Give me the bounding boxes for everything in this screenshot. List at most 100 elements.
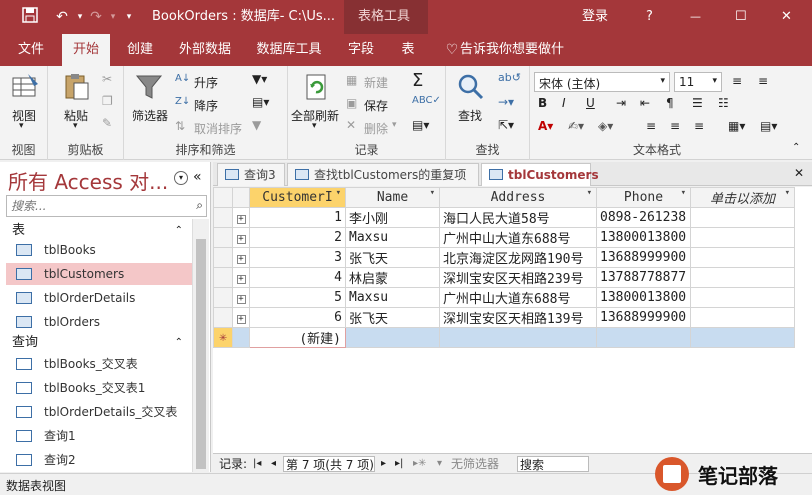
cell-address[interactable]: 深圳宝安区天相路239号 — [439, 267, 597, 288]
table-row[interactable]: +3 张飞天 北京海淀区龙网路190号 13688999900 — [213, 247, 795, 268]
column-header-phone[interactable]: Phone ▾ — [596, 187, 691, 208]
doc-tab-query3[interactable]: 查询3 — [217, 163, 285, 186]
column-header-add-field[interactable]: 单击以添加 ▾ — [690, 187, 795, 208]
view-dropdown-icon[interactable]: ▾ — [19, 121, 24, 131]
cell-add-field[interactable] — [690, 247, 795, 268]
italic-icon[interactable]: I — [562, 96, 566, 110]
font-size-select[interactable]: 11 ▾ — [674, 72, 722, 92]
subdatasheet-expand[interactable]: + — [232, 207, 250, 228]
expand-plus-icon[interactable]: + — [236, 235, 246, 244]
table-row[interactable]: +6 张飞天 深圳宝安区天相路139号 13688999900 — [213, 307, 795, 328]
row-selector[interactable] — [213, 307, 233, 328]
font-name-dropdown-icon[interactable]: ▾ — [660, 76, 665, 86]
cell-name[interactable]: 李小刚 — [345, 207, 440, 228]
new-record-nav-icon[interactable]: ▸✳ — [413, 456, 426, 472]
collapse-ribbon-icon[interactable]: ⌃ — [792, 142, 800, 153]
cell-address[interactable]: 广州中山大道东688号 — [439, 227, 597, 248]
align-left-text-icon[interactable]: ≡ — [646, 119, 656, 133]
cell-phone[interactable]: 13800013800 — [596, 227, 691, 248]
doc-tab-tblcustomers[interactable]: tblCustomers — [481, 163, 599, 186]
replace-icon[interactable]: ab↺ — [498, 71, 521, 84]
sort-ascending-button[interactable]: 升序 — [194, 74, 218, 91]
tab-fields[interactable]: 字段 — [341, 34, 381, 66]
nav-item-tblorderdetails[interactable]: tblOrderDetails — [6, 287, 192, 309]
align-center-text-icon[interactable]: ≡ — [670, 119, 680, 133]
cell-phone[interactable]: 13688999900 — [596, 247, 691, 268]
goto-icon[interactable]: →▾ — [498, 95, 514, 109]
filter-status[interactable]: 无筛选器 — [451, 456, 499, 472]
close-button[interactable]: ✕ — [781, 0, 792, 34]
font-name-select[interactable]: 宋体 (主体) ▾ — [534, 72, 670, 92]
expand-plus-icon[interactable]: + — [236, 215, 246, 224]
tab-database-tools[interactable]: 数据库工具 — [250, 34, 328, 66]
record-search-field[interactable]: 搜索 — [517, 456, 589, 472]
tab-create[interactable]: 创建 — [118, 34, 162, 66]
maximize-button[interactable]: ☐ — [735, 0, 747, 34]
table-row[interactable]: +4 林启蒙 深圳宝安区天相路239号 13788778877 — [213, 267, 795, 288]
column-dropdown-icon[interactable]: ▾ — [430, 189, 435, 199]
cell-name[interactable]: Maxsu — [345, 227, 440, 248]
sort-desc-icon[interactable]: Z↓ — [175, 96, 190, 107]
subdatasheet-expand[interactable]: + — [232, 267, 250, 288]
nav-item-tblcustomers[interactable]: tblCustomers — [6, 263, 192, 285]
cell-add-field[interactable] — [690, 267, 795, 288]
expand-plus-icon[interactable]: + — [236, 315, 246, 324]
tell-me-search[interactable]: 告诉我你想要做什么 — [460, 34, 572, 89]
minimize-button[interactable]: — — [690, 0, 701, 34]
cell-customerid[interactable]: 4 — [249, 267, 346, 288]
search-icon[interactable]: ⌕ — [196, 198, 203, 213]
doc-tab-find-duplicates[interactable]: 查找tblCustomers的重复项 — [287, 163, 479, 186]
subdatasheet-expand[interactable]: + — [232, 227, 250, 248]
find-icon[interactable] — [456, 72, 486, 102]
cell-add-field[interactable] — [690, 287, 795, 308]
close-document-icon[interactable]: ✕ — [794, 166, 804, 180]
cell-phone[interactable] — [596, 327, 691, 348]
cell-customerid[interactable]: 6 — [249, 307, 346, 328]
new-record-row[interactable]: ✳ (新建) — [213, 327, 795, 348]
gridlines-icon[interactable]: ▦▾ — [728, 119, 745, 133]
cell-customerid[interactable]: 3 — [249, 247, 346, 268]
bullets-icon[interactable]: ☰ — [692, 96, 703, 110]
highlight-icon[interactable]: ✍▾ — [568, 119, 584, 133]
cell-name[interactable]: 林启蒙 — [345, 267, 440, 288]
bold-icon[interactable]: B — [538, 96, 547, 110]
first-record-icon[interactable]: |◂ — [253, 456, 261, 472]
cell-phone[interactable]: 0898-261238 — [596, 207, 691, 228]
expand-plus-icon[interactable]: + — [236, 255, 246, 264]
table-row[interactable]: +1 李小刚 海口人民大道58号 0898-261238 — [213, 207, 795, 228]
refresh-dropdown-icon[interactable]: ▾ — [312, 121, 317, 131]
select-all-corner[interactable] — [213, 187, 233, 208]
tab-home[interactable]: 开始 — [62, 34, 110, 66]
row-selector[interactable] — [213, 207, 233, 228]
subdatasheet-expand[interactable]: + — [232, 307, 250, 328]
cell-add-field[interactable] — [690, 307, 795, 328]
font-color-icon[interactable]: A▾ — [538, 119, 553, 133]
tab-external-data[interactable]: 外部数据 — [172, 34, 238, 66]
view-button[interactable]: 视图 — [12, 107, 36, 124]
record-position-field[interactable]: 第 7 项(共 7 项) — [283, 456, 375, 472]
nav-pane-title[interactable]: 所有 Access 对... — [8, 166, 168, 195]
shutter-bar-icon[interactable]: « — [193, 169, 202, 185]
table-row[interactable]: +2 Maxsu 广州中山大道东688号 13800013800 — [213, 227, 795, 248]
cell-name[interactable]: 张飞天 — [345, 307, 440, 328]
cell-phone[interactable]: 13788778877 — [596, 267, 691, 288]
selection-filter-icon[interactable]: ▼▾ — [252, 72, 267, 86]
cell-address[interactable]: 北京海淀区龙网路190号 — [439, 247, 597, 268]
nav-item-query[interactable]: 查询1 — [6, 425, 192, 447]
nav-search-input[interactable] — [7, 196, 187, 216]
outdent-icon[interactable]: ⇤ — [640, 96, 650, 110]
nav-item-tblbooks[interactable]: tblBooks — [6, 239, 192, 261]
cell-phone[interactable]: 13800013800 — [596, 287, 691, 308]
nav-section-queries[interactable]: 查询 ⌃ — [6, 332, 191, 354]
advanced-filter-icon[interactable]: ▤▾ — [252, 95, 269, 109]
cell-add-field[interactable] — [690, 227, 795, 248]
column-dropdown-icon[interactable]: ▾ — [681, 189, 686, 199]
row-selector[interactable] — [213, 227, 233, 248]
last-record-icon[interactable]: ▸| — [395, 456, 403, 472]
totals-icon[interactable]: Σ — [412, 70, 423, 91]
cell-name[interactable] — [345, 327, 440, 348]
cell-customerid[interactable]: 5 — [249, 287, 346, 308]
filter-icon[interactable] — [134, 72, 164, 102]
save-icon[interactable] — [20, 7, 40, 27]
font-size-dropdown-icon[interactable]: ▾ — [712, 76, 717, 86]
